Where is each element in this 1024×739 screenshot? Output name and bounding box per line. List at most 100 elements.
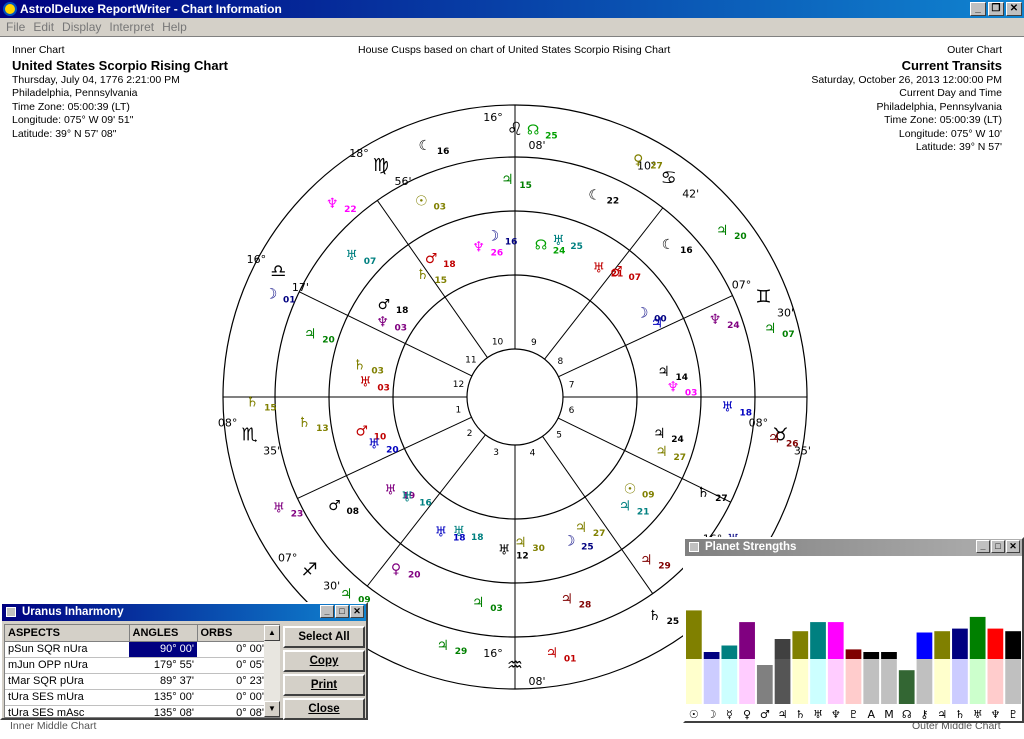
menu-edit[interactable]: Edit xyxy=(31,18,60,36)
close-dialog-button[interactable]: Close xyxy=(283,698,365,720)
table-row[interactable]: mJun OPP nUra 179° 55' 0° 05' xyxy=(5,657,267,674)
strength-bar xyxy=(721,645,738,659)
inner-chart-info: Inner Chart United States Scorpio Rising… xyxy=(12,44,228,141)
scroll-track[interactable] xyxy=(264,641,280,701)
strengths-close-button[interactable]: ✕ xyxy=(1006,540,1020,553)
dialog-close-button[interactable]: ✕ xyxy=(350,605,364,618)
planet-degree-label: 18 xyxy=(443,260,456,270)
inner-chart-date: Thursday, July 04, 1776 2:21:00 PM xyxy=(12,73,180,86)
strength-bar xyxy=(952,628,968,659)
menu-display[interactable]: Display xyxy=(60,18,107,36)
planet-strengths-title: Planet Strengths xyxy=(705,541,797,553)
minimize-button[interactable]: _ xyxy=(970,2,986,16)
strength-bar-label: ☽ xyxy=(707,708,717,721)
dialog-minimize-button[interactable]: _ xyxy=(320,605,334,618)
planet-glyph: ♄ xyxy=(648,608,661,624)
scroll-up-icon[interactable]: ▲ xyxy=(264,625,280,641)
strength-bar-label: A xyxy=(867,708,875,721)
cusp-minute-label: 08' xyxy=(528,139,545,152)
house-number: 1 xyxy=(456,406,462,416)
planet-glyph: ♂ xyxy=(378,297,391,313)
print-button[interactable]: Print xyxy=(283,674,365,696)
strength-bar-label: ♃ xyxy=(778,708,788,721)
strength-bar xyxy=(934,631,951,659)
aspect-table-header: ASPECTS ANGLES ORBS xyxy=(5,625,268,642)
planet-glyph: ♅ xyxy=(368,436,381,452)
planet-glyph: ♄ xyxy=(416,267,429,283)
strengths-bar-chart: ☉ ☽ ☿ ♀ ♂ ♃ ♄ ♅ ♆ ♇ A M ☊ ⚷ ♃ ♄ ♅ ♆ ♇ xyxy=(686,610,1021,721)
select-all-button[interactable]: Select All xyxy=(283,626,365,648)
cusp-sign-glyph: ♒ xyxy=(507,655,523,676)
menu-file[interactable]: File xyxy=(4,18,31,36)
cusp-sign-glyph: ♍ xyxy=(373,155,389,176)
strength-bar-base xyxy=(774,659,791,704)
aspect-cell: tUra SES mUra xyxy=(5,689,129,706)
cusp-minute-label: 30' xyxy=(323,579,340,592)
planet-degree-label: 07 xyxy=(364,257,377,267)
planet-glyph: ♆ xyxy=(709,312,722,328)
planet-glyph: ♄ xyxy=(353,358,366,374)
planet-degree-label: 21 xyxy=(611,270,624,280)
menu-interpret[interactable]: Interpret xyxy=(107,18,160,36)
planet-glyph: ♃ xyxy=(657,364,670,380)
planet-degree-label: 26 xyxy=(491,248,504,258)
restore-button[interactable]: ❐ xyxy=(988,2,1004,16)
strength-bar-base xyxy=(987,659,1004,704)
outer-chart-date: Saturday, October 26, 2013 12:00:00 PM xyxy=(811,73,1002,86)
column-header-orbs[interactable]: ORBS xyxy=(197,625,268,642)
strength-bar-base xyxy=(703,659,720,704)
planet-degree-label: 28 xyxy=(579,601,592,611)
scroll-down-icon[interactable]: ▼ xyxy=(264,701,280,717)
inner-chart-title: United States Scorpio Rising Chart xyxy=(12,57,228,73)
copy-button[interactable]: Copy xyxy=(283,650,365,672)
planet-degree-label: 14 xyxy=(676,373,689,383)
strength-bar xyxy=(1005,631,1021,659)
cusp-minute-label: 08' xyxy=(528,675,545,688)
outer-chart-description: Current Day and Time xyxy=(899,87,1002,99)
table-row[interactable]: tUra SES mAsc 135° 08' 0° 08' xyxy=(5,705,267,717)
planet-glyph: ☊ xyxy=(527,123,539,139)
strength-bar xyxy=(987,628,1004,659)
planet-strengths-titlebar[interactable]: Planet Strengths _ □ ✕ xyxy=(685,539,1022,556)
aspect-dialog-titlebar[interactable]: Uranus Inharmony _ □ ✕ xyxy=(2,604,366,621)
outer-chart-longitude: Longitude: 075° W 10' xyxy=(898,127,1002,140)
cusp-sign-glyph: ♎ xyxy=(270,261,286,282)
planet-glyph: ☽ xyxy=(636,305,649,321)
strength-bar xyxy=(916,632,933,659)
house-number: 6 xyxy=(569,406,575,416)
dialog-maximize-button[interactable]: □ xyxy=(335,605,349,618)
strengths-maximize-button[interactable]: □ xyxy=(991,540,1005,553)
strengths-minimize-button[interactable]: _ xyxy=(976,540,990,553)
table-row[interactable]: tUra SES mUra 135° 00' 0° 00' xyxy=(5,689,267,706)
planet-glyph: ♃ xyxy=(653,426,666,442)
table-row[interactable]: tMar SQR pUra 89° 37' 0° 23' xyxy=(5,673,267,690)
house-number: 2 xyxy=(467,429,473,439)
planet-glyph: ♃ xyxy=(340,587,353,603)
column-header-angles[interactable]: ANGLES xyxy=(129,625,198,642)
column-header-aspects[interactable]: ASPECTS xyxy=(5,625,130,642)
inner-chart-longitude: Longitude: 075° W 09' 51" xyxy=(12,114,134,126)
planet-degree-label: 16 xyxy=(680,246,693,256)
planet-degree-label: 03 xyxy=(377,384,390,394)
planet-glyph: ♅ xyxy=(384,482,397,498)
planet-degree-label: 01 xyxy=(564,654,577,664)
strength-bar xyxy=(969,616,986,659)
menu-help[interactable]: Help xyxy=(160,18,193,36)
outer-chart-info: Outer Chart Current Transits Saturday, O… xyxy=(811,44,1002,155)
planet-degree-label: 27 xyxy=(593,529,606,539)
planet-glyph: ♃ xyxy=(514,535,527,551)
house-number: 10 xyxy=(492,338,504,348)
cusp-sign-glyph: ♊ xyxy=(755,287,771,308)
cusp-minute-label: 42' xyxy=(682,187,699,200)
planet-glyph: ♃ xyxy=(655,444,668,460)
planet-glyph: ♆ xyxy=(376,315,389,331)
orb-cell: 0° 08' xyxy=(197,705,267,717)
close-button[interactable]: ✕ xyxy=(1006,2,1022,16)
aspect-scrollbar[interactable]: ▲ ▼ xyxy=(264,625,280,717)
table-row[interactable]: pSun SQR nUra 90° 00' 0° 00' xyxy=(5,641,267,658)
house-number: 3 xyxy=(493,448,499,458)
planet-degree-label: 29 xyxy=(455,647,468,657)
planet-degree-label: 12 xyxy=(516,552,529,562)
planet-degree-label: 03 xyxy=(490,604,503,614)
strength-bar-label: ☊ xyxy=(902,708,912,721)
